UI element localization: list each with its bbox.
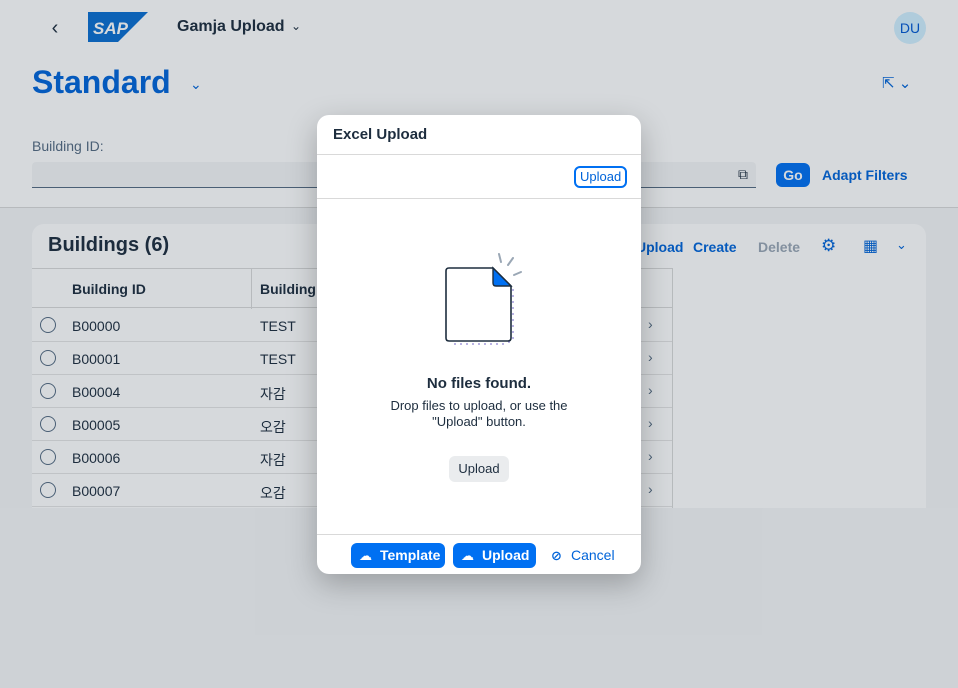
footer-upload-button-label: Upload — [482, 547, 530, 563]
cancel-button-label: Cancel — [571, 547, 615, 563]
dialog-footer: ☁ Template ☁ Upload ⊘ Cancel — [317, 534, 641, 574]
template-button[interactable]: ☁ Template — [351, 543, 445, 568]
dialog-title: Excel Upload — [333, 126, 428, 143]
cancel-icon: ⊘ — [551, 548, 562, 563]
cancel-button[interactable]: ⊘ Cancel — [551, 543, 621, 568]
header-upload-button[interactable]: Upload — [574, 166, 628, 188]
upload-button[interactable]: Upload — [449, 456, 509, 482]
footer-upload-button[interactable]: ☁ Upload — [453, 543, 536, 568]
drop-hint-text: Drop files to upload, or use the "Upload… — [390, 398, 568, 429]
excel-upload-dialog: Excel Upload Upload No files found. Drop… — [317, 115, 641, 574]
dialog-subheader: Upload — [317, 155, 641, 199]
no-files-illustration-icon — [445, 253, 522, 345]
dialog-header: Excel Upload — [317, 115, 641, 155]
no-files-title: No files found. — [426, 375, 532, 392]
cloud-download-icon: ☁ — [359, 548, 372, 563]
cloud-upload-icon: ☁ — [461, 548, 474, 563]
template-button-label: Template — [380, 547, 441, 563]
